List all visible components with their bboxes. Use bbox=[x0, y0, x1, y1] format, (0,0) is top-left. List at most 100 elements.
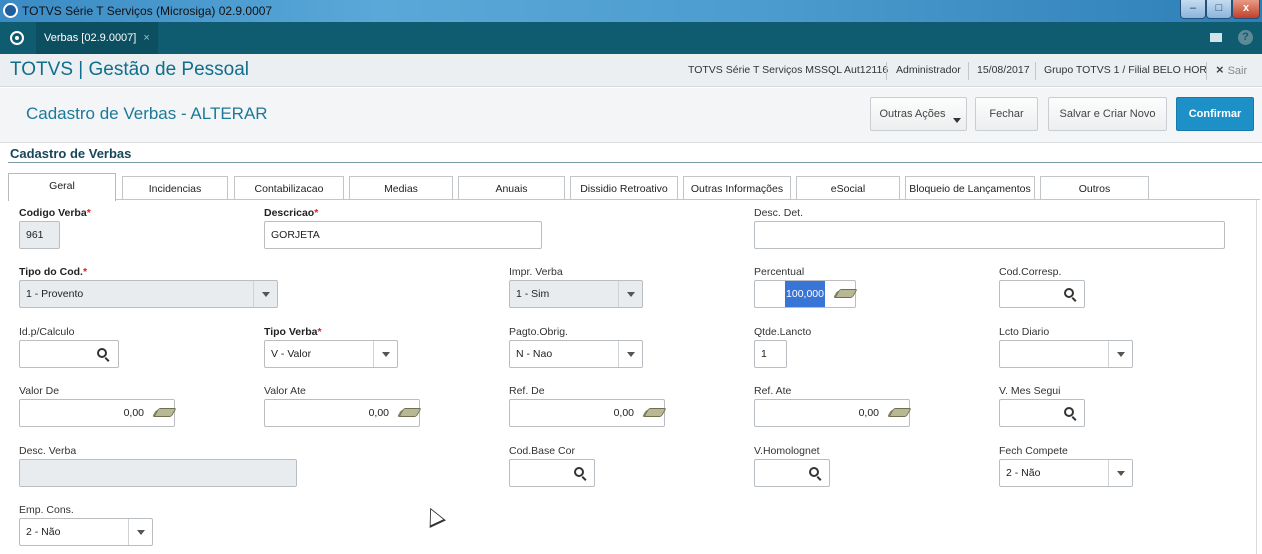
chevron-down-icon[interactable] bbox=[618, 341, 642, 367]
id-calculo-label: Id.p/Calculo bbox=[19, 326, 75, 338]
brand-title: TOTVS | Gestão de Pessoal bbox=[10, 59, 250, 80]
minimize-button[interactable]: – bbox=[1180, 0, 1206, 19]
tab-contabilizacao[interactable]: Contabilizacao bbox=[234, 176, 344, 200]
date-info: 15/08/2017 bbox=[977, 64, 1030, 76]
confirm-button[interactable]: Confirmar bbox=[1176, 97, 1254, 131]
tab-close-icon[interactable]: × bbox=[143, 32, 149, 44]
tab-bloqueio-lancamentos[interactable]: Bloqueio de Lançamentos bbox=[905, 176, 1035, 200]
app-tab-bar: Verbas [02.9.0007] × ? bbox=[0, 22, 1262, 54]
chevron-down-icon[interactable] bbox=[1108, 460, 1132, 486]
valor-ate-label: Valor Ate bbox=[264, 385, 306, 397]
valor-de-field[interactable]: 0,00 bbox=[19, 399, 175, 427]
codigo-verba-field[interactable]: 961 bbox=[19, 221, 60, 249]
header-divider bbox=[1206, 62, 1207, 80]
emp-cons-select[interactable]: 2 - Não bbox=[19, 518, 153, 546]
save-and-new-button[interactable]: Salvar e Criar Novo bbox=[1048, 97, 1167, 131]
lcto-diario-label: Lcto Diario bbox=[999, 326, 1050, 338]
calculator-icon[interactable] bbox=[644, 408, 662, 418]
desc-det-label: Desc. Det. bbox=[754, 207, 804, 219]
chevron-down-icon bbox=[953, 118, 961, 123]
tab-geral[interactable]: Geral bbox=[8, 173, 116, 201]
window-title: TOTVS Série T Serviços (Microsiga) 02.9.… bbox=[22, 4, 273, 18]
tab-verbas[interactable]: Verbas [02.9.0007] × bbox=[36, 22, 158, 54]
calculator-icon[interactable] bbox=[399, 408, 417, 418]
home-icon[interactable] bbox=[10, 31, 24, 45]
tab-outros[interactable]: Outros bbox=[1040, 176, 1149, 200]
header-divider bbox=[968, 62, 969, 80]
pagto-obrig-select[interactable]: N - Nao bbox=[509, 340, 643, 368]
ref-de-field[interactable]: 0,00 bbox=[509, 399, 665, 427]
search-icon[interactable] bbox=[1064, 288, 1074, 298]
fech-compete-value: 2 - Não bbox=[1006, 467, 1041, 479]
percentual-field[interactable]: 100,000 bbox=[754, 280, 856, 308]
other-actions-label: Outras Ações bbox=[879, 108, 946, 120]
cod-corresp-label: Cod.Corresp. bbox=[999, 266, 1062, 278]
tab-dissidio-retroativo[interactable]: Dissidio Retroativo bbox=[570, 176, 678, 200]
tab-incidencias[interactable]: Incidencias bbox=[122, 176, 228, 200]
fech-compete-select[interactable]: 2 - Não bbox=[999, 459, 1133, 487]
exit-button[interactable]: × Sair bbox=[1216, 62, 1247, 77]
v-homolognet-field[interactable] bbox=[754, 459, 830, 487]
ref-ate-value: 0,00 bbox=[858, 407, 879, 419]
exit-label: Sair bbox=[1227, 65, 1248, 77]
chevron-down-icon[interactable] bbox=[128, 519, 152, 545]
help-icon[interactable]: ? bbox=[1238, 30, 1253, 45]
mail-icon[interactable] bbox=[1210, 33, 1222, 42]
valor-de-value: 0,00 bbox=[123, 407, 144, 419]
tipo-verba-value: V - Valor bbox=[271, 348, 312, 360]
valor-de-label: Valor De bbox=[19, 385, 60, 397]
search-icon[interactable] bbox=[97, 348, 107, 358]
header-divider bbox=[1035, 62, 1036, 80]
close-icon: × bbox=[1216, 62, 1224, 77]
calculator-icon[interactable] bbox=[835, 289, 853, 299]
window-title-bar: TOTVS Série T Serviços (Microsiga) 02.9.… bbox=[0, 0, 1262, 22]
calculator-icon[interactable] bbox=[154, 408, 172, 418]
valor-ate-value: 0,00 bbox=[368, 407, 389, 419]
search-icon[interactable] bbox=[574, 467, 584, 477]
tab-outras-informacoes[interactable]: Outras Informações bbox=[683, 176, 791, 200]
tipo-cod-select[interactable]: 1 - Provento bbox=[19, 280, 278, 308]
environment-info: TOTVS Série T Serviços MSSQL Aut12116 bbox=[688, 64, 889, 76]
tab-anuais[interactable]: Anuais bbox=[458, 176, 565, 200]
panel-border bbox=[1256, 200, 1257, 554]
codigo-verba-value: 961 bbox=[26, 229, 44, 241]
tab-medias[interactable]: Medias bbox=[349, 176, 453, 200]
search-icon[interactable] bbox=[1064, 407, 1074, 417]
desc-verba-field[interactable] bbox=[19, 459, 297, 487]
impr-verba-select[interactable]: 1 - Sim bbox=[509, 280, 643, 308]
v-mes-segui-label: V. Mes Segui bbox=[999, 385, 1061, 397]
desc-verba-label: Desc. Verba bbox=[19, 445, 77, 457]
lcto-diario-select[interactable] bbox=[999, 340, 1133, 368]
close-window-button[interactable]: x bbox=[1232, 0, 1260, 19]
tipo-cod-value: 1 - Provento bbox=[26, 288, 84, 300]
desc-det-field[interactable] bbox=[754, 221, 1225, 249]
maximize-button[interactable]: □ bbox=[1206, 0, 1232, 19]
tab-esocial[interactable]: eSocial bbox=[796, 176, 900, 200]
other-actions-button[interactable]: Outras Ações bbox=[870, 97, 967, 131]
search-icon[interactable] bbox=[809, 467, 819, 477]
cod-base-cor-field[interactable] bbox=[509, 459, 595, 487]
header-divider bbox=[886, 62, 887, 80]
descricao-field[interactable]: GORJETA bbox=[264, 221, 542, 249]
tab-baseline bbox=[8, 199, 1260, 200]
calculator-icon[interactable] bbox=[889, 408, 907, 418]
valor-ate-field[interactable]: 0,00 bbox=[264, 399, 420, 427]
chevron-down-icon[interactable] bbox=[618, 281, 642, 307]
pagto-obrig-label: Pagto.Obrig. bbox=[509, 326, 568, 338]
chevron-down-icon[interactable] bbox=[1108, 341, 1132, 367]
percentual-label: Percentual bbox=[754, 266, 805, 278]
chevron-down-icon[interactable] bbox=[253, 281, 277, 307]
chevron-down-icon[interactable] bbox=[373, 341, 397, 367]
v-homolognet-label: V.Homolognet bbox=[754, 445, 820, 457]
qtde-lancto-field[interactable]: 1 bbox=[754, 340, 787, 368]
section-divider bbox=[8, 162, 1262, 163]
tipo-verba-select[interactable]: V - Valor bbox=[264, 340, 398, 368]
pagto-obrig-value: N - Nao bbox=[516, 348, 553, 360]
cod-corresp-field[interactable] bbox=[999, 280, 1085, 308]
id-calculo-field[interactable] bbox=[19, 340, 119, 368]
user-info: Administrador bbox=[896, 64, 961, 76]
ref-ate-field[interactable]: 0,00 bbox=[754, 399, 910, 427]
v-mes-segui-field[interactable] bbox=[999, 399, 1085, 427]
close-button[interactable]: Fechar bbox=[975, 97, 1038, 131]
cod-base-cor-label: Cod.Base Cor bbox=[509, 445, 575, 457]
